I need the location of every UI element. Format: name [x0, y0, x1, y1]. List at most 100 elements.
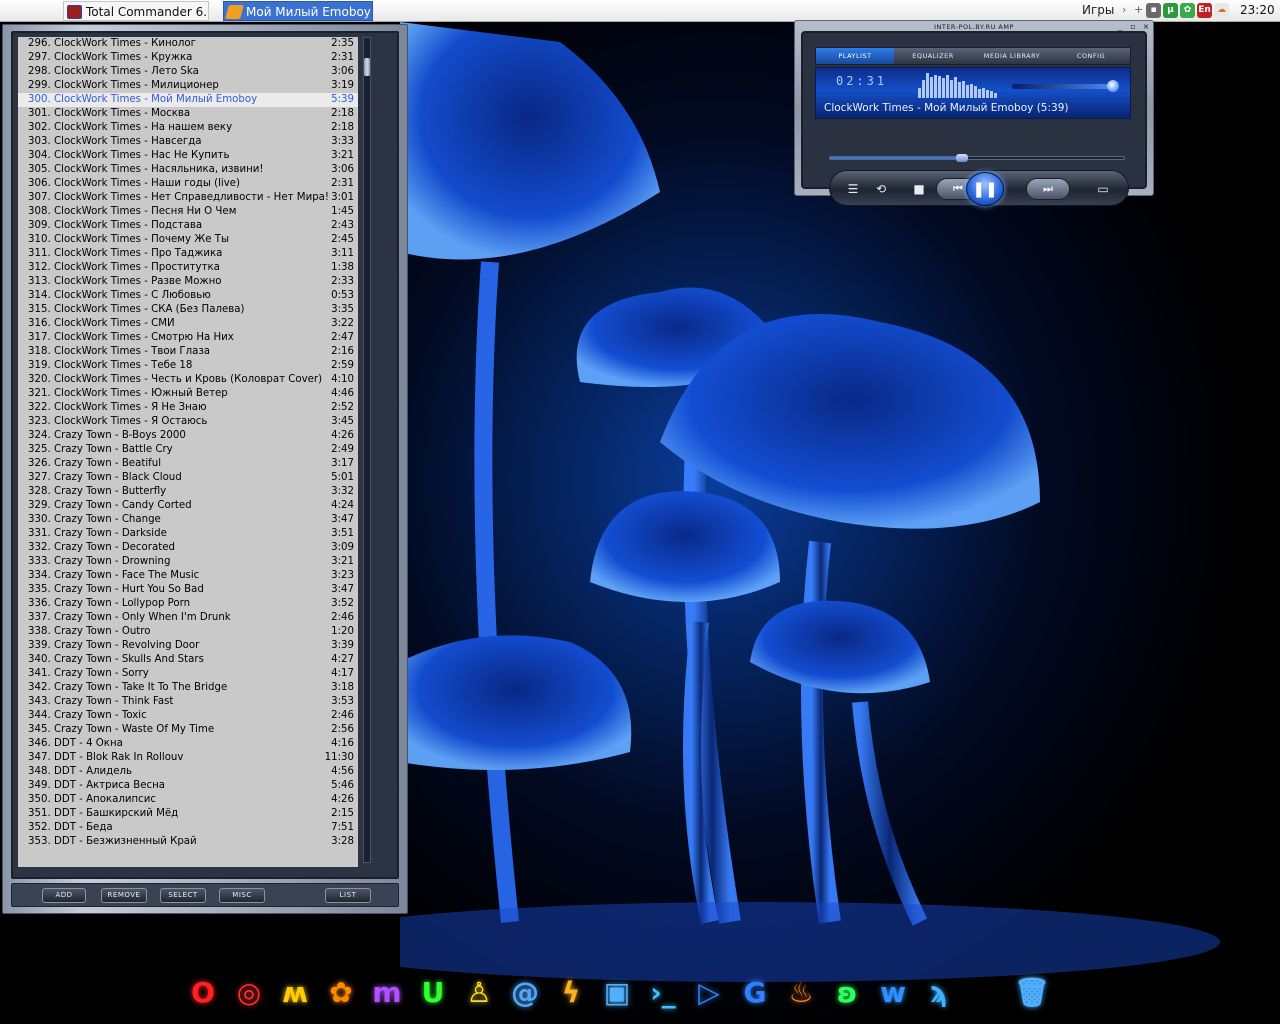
playlist-row[interactable]: 334. Crazy Town - Face The Music 3:23: [18, 569, 358, 583]
playlist-row[interactable]: 342. Crazy Town - Take It To The Bridge 3:…: [18, 681, 358, 695]
chat-icon[interactable]: ʚ: [830, 974, 864, 1012]
apple-icon[interactable]: [968, 974, 1002, 1012]
playlist-row[interactable]: 320. ClockWork Times - Честь и Кровь (Кол…: [18, 373, 358, 387]
playlist-row[interactable]: 308. ClockWork Times - Песня Ни О Чем 1:45: [18, 205, 358, 219]
playlist-row[interactable]: 345. Crazy Town - Waste Of My Time 2:56: [18, 723, 358, 737]
playlist-row[interactable]: 340. Crazy Town - Skulls And Stars 4:27: [18, 653, 358, 667]
seek-bar[interactable]: [829, 154, 1125, 162]
stop-icon[interactable]: ■: [908, 180, 930, 198]
pause-icon[interactable]: ❚❚: [966, 172, 1004, 206]
playlist-row[interactable]: 347. DDT - Blok Rak In Rollouv 11:30: [18, 751, 358, 765]
burn-icon[interactable]: ♨: [784, 974, 818, 1012]
games-menu[interactable]: Игры: [1082, 3, 1114, 17]
playlist-row[interactable]: 307. ClockWork Times - Нет Справедливости…: [18, 191, 358, 205]
playlist-row[interactable]: 349. DDT - Актриса Весна 5:46: [18, 779, 358, 793]
playlist-row[interactable]: 329. Crazy Town - Candy Corted 4:24: [18, 499, 358, 513]
playlist-row[interactable]: 352. DDT - Беда 7:51: [18, 821, 358, 835]
word-icon[interactable]: w: [876, 974, 910, 1012]
playlist-row[interactable]: 301. ClockWork Times - Москва 2:18: [18, 107, 358, 121]
trash-icon[interactable]: 🗑: [1014, 974, 1050, 1012]
playlist-row[interactable]: 317. ClockWork Times - Смотрю На Них 2:47: [18, 331, 358, 345]
lightning-icon[interactable]: ϟ: [554, 974, 588, 1012]
playlist-row[interactable]: 310. ClockWork Times - Почему Же Ты 2:45: [18, 233, 358, 247]
playlist-row[interactable]: 351. DDT - Башкирский Мёд 2:15: [18, 807, 358, 821]
playlist-row[interactable]: 333. Crazy Town - Drowning 3:21: [18, 555, 358, 569]
add-icon[interactable]: +: [1134, 3, 1143, 16]
add-button[interactable]: ADD: [42, 888, 86, 903]
playlist-row[interactable]: 302. ClockWork Times - На нашем веку 2:18: [18, 121, 358, 135]
playlist-row[interactable]: 296. ClockWork Times - Кинолог 2:35: [18, 37, 358, 51]
playlist-row[interactable]: 315. ClockWork Times - СКА (Без Палева) 3:…: [18, 303, 358, 317]
select-button[interactable]: SELECT: [160, 888, 206, 903]
task-total-commander[interactable]: Total Commander 6....: [63, 1, 209, 21]
mail-icon[interactable]: @: [508, 974, 542, 1012]
remove-button[interactable]: REMOVE: [101, 888, 147, 903]
repeat-icon[interactable]: ⟲: [870, 180, 892, 198]
playlist-row[interactable]: 348. DDT - Алидель 4:56: [18, 765, 358, 779]
playlist-row[interactable]: 336. Crazy Town - Lollypop Porn 3:52: [18, 597, 358, 611]
finder-icon[interactable]: ϡ: [922, 974, 956, 1012]
volume-slider[interactable]: [1012, 80, 1119, 92]
playlist-row[interactable]: 300. ClockWork Times - Мой Милый Emoboy 5:…: [18, 93, 358, 107]
terminal-icon[interactable]: ›_: [646, 974, 680, 1012]
playlist-row[interactable]: 337. Crazy Town - Only When I'm Drunk 2:46: [18, 611, 358, 625]
playlist-row[interactable]: 338. Crazy Town - Outro 1:20: [18, 625, 358, 639]
playlist-scrollbar[interactable]: [363, 37, 371, 863]
minimize-icon[interactable]: _: [1115, 22, 1125, 31]
playlist-row[interactable]: 299. ClockWork Times - Милиционер 3:19: [18, 79, 358, 93]
playlist-row[interactable]: 303. ClockWork Times - Навсегда 3:33: [18, 135, 358, 149]
next-icon[interactable]: ⏭: [1026, 178, 1070, 200]
playlist-row[interactable]: 335. Crazy Town - Hurt You So Bad 3:47: [18, 583, 358, 597]
tray-app-icon[interactable]: ▪: [1146, 3, 1161, 18]
g-icon[interactable]: G: [738, 974, 772, 1012]
tab-equalizer[interactable]: EQUALIZER: [894, 48, 972, 64]
misc-button[interactable]: MISC: [219, 888, 265, 903]
playlist-row[interactable]: 311. ClockWork Times - Про Таджика 3:11: [18, 247, 358, 261]
playlist-row[interactable]: 314. ClockWork Times - С Любовью 0:53: [18, 289, 358, 303]
close-icon[interactable]: ×: [1141, 22, 1151, 31]
playlist-row[interactable]: 331. Crazy Town - Darkside 3:51: [18, 527, 358, 541]
tab-config[interactable]: CONFIG: [1052, 48, 1130, 64]
playlist-row[interactable]: 327. Crazy Town - Black Cloud 5:01: [18, 471, 358, 485]
play-icon[interactable]: ▷: [692, 974, 726, 1012]
playlist-row[interactable]: 323. ClockWork Times - Я Остаюсь 3:45: [18, 415, 358, 429]
opera-icon[interactable]: O: [186, 974, 220, 1012]
playlist-row[interactable]: 312. ClockWork Times - Проститутка 1:38: [18, 261, 358, 275]
scrollbar-thumb[interactable]: [364, 58, 370, 76]
playlist-row[interactable]: 344. Crazy Town - Toxic 2:46: [18, 709, 358, 723]
playlist-row[interactable]: 322. ClockWork Times - Я Не Знаю 2:52: [18, 401, 358, 415]
media-icon[interactable]: m: [370, 974, 404, 1012]
utorrent-tray-icon[interactable]: μ: [1163, 3, 1178, 18]
playlist-row[interactable]: 325. Crazy Town - Battle Cry 2:49: [18, 443, 358, 457]
playlist-row[interactable]: 350. DDT - Апокалипсис 4:26: [18, 793, 358, 807]
save-icon[interactable]: ▣: [600, 974, 634, 1012]
miranda-icon[interactable]: ʍ: [278, 974, 312, 1012]
chevron-right-icon[interactable]: ›: [1122, 3, 1126, 16]
shade-icon[interactable]: ▫: [1128, 22, 1138, 31]
playlist-row[interactable]: 306. ClockWork Times - Наши годы (live) 2:…: [18, 177, 358, 191]
playlist-row[interactable]: 316. ClockWork Times - СМИ 3:22: [18, 317, 358, 331]
apple-icon[interactable]: [16, 2, 36, 20]
playlist-row[interactable]: 321. ClockWork Times - Южный Ветер 4:46: [18, 387, 358, 401]
icq-tray-icon[interactable]: ✿: [1180, 3, 1195, 18]
open-folder-icon[interactable]: ▭: [1092, 180, 1114, 198]
playlist-row[interactable]: 328. Crazy Town - Butterfly 3:32: [18, 485, 358, 499]
tab-media-library[interactable]: MEDIA LIBRARY: [972, 48, 1052, 64]
task-player[interactable]: Мой Милый Emoboy ...: [223, 1, 373, 21]
playlist-row[interactable]: 339. Crazy Town - Revolving Door 3:39: [18, 639, 358, 653]
volume-knob[interactable]: [1107, 80, 1119, 92]
playlist-list[interactable]: 296. ClockWork Times - Кинолог 2:35 297. Clo…: [18, 37, 358, 867]
playlist-row[interactable]: 298. ClockWork Times - Лето Ska 3:06: [18, 65, 358, 79]
seek-knob[interactable]: [956, 154, 968, 162]
eq-icon[interactable]: ☰: [842, 180, 864, 198]
playlist-row[interactable]: 341. Crazy Town - Sorry 4:17: [18, 667, 358, 681]
playlist-row[interactable]: 330. Crazy Town - Change 3:47: [18, 513, 358, 527]
playlist-row[interactable]: 318. ClockWork Times - Твои Глаза 2:16: [18, 345, 358, 359]
playlist-row[interactable]: 353. DDT - Безжизненный Край 3:28: [18, 835, 358, 849]
utorrent-icon[interactable]: U: [416, 974, 450, 1012]
playlist-row[interactable]: 304. ClockWork Times - Нас Не Купить 3:21: [18, 149, 358, 163]
playlist-row[interactable]: 343. Crazy Town - Think Fast 3:53: [18, 695, 358, 709]
tab-playlist[interactable]: PLAYLIST: [816, 48, 894, 64]
mozilla-icon[interactable]: ◎: [232, 974, 266, 1012]
playlist-row[interactable]: 305. ClockWork Times - Насяльника, извини…: [18, 163, 358, 177]
